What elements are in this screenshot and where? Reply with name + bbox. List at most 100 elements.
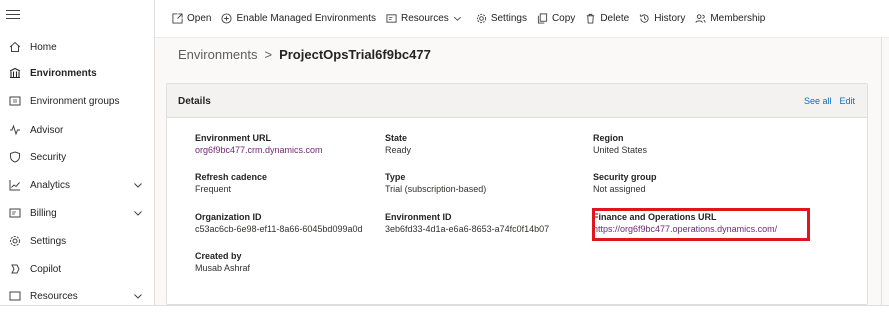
chevron-down-icon[interactable] [133, 180, 143, 190]
advisor-icon [8, 123, 22, 137]
sidebar-item-copilot[interactable]: Copilot [0, 256, 155, 282]
field-value: Frequent [195, 184, 232, 194]
region-field: Region United States [593, 132, 647, 156]
sidebar-item-label: Advisor [30, 124, 64, 136]
environments-icon [8, 66, 22, 80]
page-title: ProjectOpsTrial6f9bc477 [279, 47, 431, 62]
field-label: Environment URL [195, 133, 272, 143]
chevron-down-icon[interactable] [133, 291, 143, 301]
field-label: Organization ID [195, 212, 262, 222]
field-value: Trial (subscription-based) [385, 184, 487, 194]
sidebar-item-billing[interactable]: Billing [0, 200, 155, 226]
membership-button[interactable]: Membership [695, 13, 765, 24]
gear-icon [8, 234, 22, 248]
app-window: Home Environments Environment groups Adv… [0, 0, 889, 319]
command-bar: Open Enable Managed Environments Resourc… [155, 0, 889, 38]
enable-managed-environments-label: Enable Managed Environments [236, 13, 376, 24]
sidebar-item-label: Copilot [30, 263, 62, 275]
history-icon [640, 14, 649, 23]
history-button[interactable]: History [639, 13, 685, 24]
field-label: Created by [195, 251, 242, 261]
delete-icon [587, 13, 595, 24]
resources-menu-button[interactable]: Resources [386, 13, 466, 24]
billing-icon [8, 206, 22, 220]
hamburger-menu-icon[interactable] [6, 8, 20, 20]
field-value: United States [593, 145, 648, 155]
highlight-box [592, 208, 810, 241]
sidebar-item-home[interactable]: Home [0, 34, 155, 60]
environment-url-field: Environment URL org6f9bc477.crm.dynamics… [195, 132, 323, 156]
details-card-header: Details See all Edit [167, 84, 867, 118]
home-icon [8, 40, 22, 54]
sidebar-item-label: Resources [30, 290, 78, 302]
sidebar-item-label: Billing [30, 207, 57, 219]
field-label: Refresh cadence [195, 172, 268, 182]
settings-button[interactable]: Settings [476, 13, 527, 24]
breadcrumb-environments-link[interactable]: Environments [178, 47, 257, 62]
resources-icon [8, 289, 22, 303]
settings-button-label: Settings [490, 13, 527, 24]
field-value: c53ac6cb-6e98-ef11-8a66-6045bd099a0d [195, 224, 363, 234]
right-panel-edge [881, 38, 889, 305]
sidebar-item-label: Environments [30, 67, 97, 79]
add-circle-icon [221, 13, 233, 24]
copy-icon [537, 13, 548, 24]
sidebar-nav: Home Environments Environment groups Adv… [0, 0, 155, 305]
security-group-field: Security group Not assigned [593, 171, 657, 195]
field-label: State [385, 133, 408, 143]
environment-id-field: Environment ID 3eb6fd33-4d1a-e6a6-8653-a… [385, 211, 549, 235]
see-all-link[interactable]: See all [804, 96, 832, 106]
field-value: 3eb6fd33-4d1a-e6a6-8653-a74fc0f14b07 [385, 224, 550, 234]
sidebar-item-label: Home [30, 41, 57, 53]
copy-button[interactable]: Copy [537, 13, 575, 24]
type-field: Type Trial (subscription-based) [385, 171, 486, 195]
environment-groups-icon [8, 94, 22, 108]
breadcrumb-separator: > [264, 47, 273, 62]
sidebar-item-label: Analytics [30, 179, 71, 191]
sidebar-item-advisor[interactable]: Advisor [0, 117, 155, 143]
breadcrumb: Environments > ProjectOpsTrial6f9bc477 [178, 47, 431, 62]
open-button[interactable]: Open [172, 13, 211, 24]
membership-icon [695, 14, 706, 23]
delete-button-label: Delete [600, 13, 630, 24]
gear-icon [476, 13, 486, 24]
created-by-field: Created by Musab Ashraf [195, 250, 250, 274]
refresh-cadence-field: Refresh cadence Frequent [195, 171, 267, 195]
sidebar-item-label: Environment groups [30, 95, 120, 107]
field-value: Musab Ashraf [195, 263, 251, 273]
field-label: Environment ID [385, 212, 452, 222]
details-title: Details [178, 96, 211, 107]
sidebar-item-environment-groups[interactable]: Environment groups [0, 88, 155, 114]
field-value: Not assigned [593, 184, 646, 194]
details-card: Details See all Edit Environment URL org6… [166, 83, 868, 305]
analytics-icon [8, 178, 22, 192]
field-value: Ready [385, 145, 412, 155]
resources-menu-label: Resources [401, 13, 449, 24]
sidebar-item-label: Settings [30, 235, 67, 247]
chevron-down-icon [453, 16, 461, 21]
copilot-icon [8, 262, 22, 276]
sidebar-item-label: Security [30, 151, 67, 163]
membership-button-label: Membership [710, 13, 766, 24]
history-button-label: History [654, 13, 686, 24]
resources-icon [386, 14, 397, 23]
sidebar-item-environments[interactable]: Environments [0, 60, 155, 86]
sidebar-item-security[interactable]: Security [0, 144, 155, 170]
delete-button[interactable]: Delete [585, 13, 629, 24]
open-icon [172, 13, 183, 24]
field-label: Security group [593, 172, 657, 182]
details-actions: See all Edit [796, 96, 855, 106]
sidebar-item-analytics[interactable]: Analytics [0, 172, 155, 198]
chevron-down-icon[interactable] [133, 208, 143, 218]
enable-managed-environments-button[interactable]: Enable Managed Environments [221, 13, 376, 24]
environment-url-link[interactable]: org6f9bc477.crm.dynamics.com [195, 144, 323, 156]
shield-icon [8, 150, 22, 164]
open-button-label: Open [187, 13, 212, 24]
horizontal-scrollbar[interactable] [0, 305, 889, 319]
field-label: Region [593, 133, 624, 143]
field-label: Type [385, 172, 406, 182]
state-field: State Ready [385, 132, 411, 156]
copy-button-label: Copy [551, 13, 576, 24]
sidebar-item-settings[interactable]: Settings [0, 228, 155, 254]
edit-link[interactable]: Edit [839, 96, 855, 106]
